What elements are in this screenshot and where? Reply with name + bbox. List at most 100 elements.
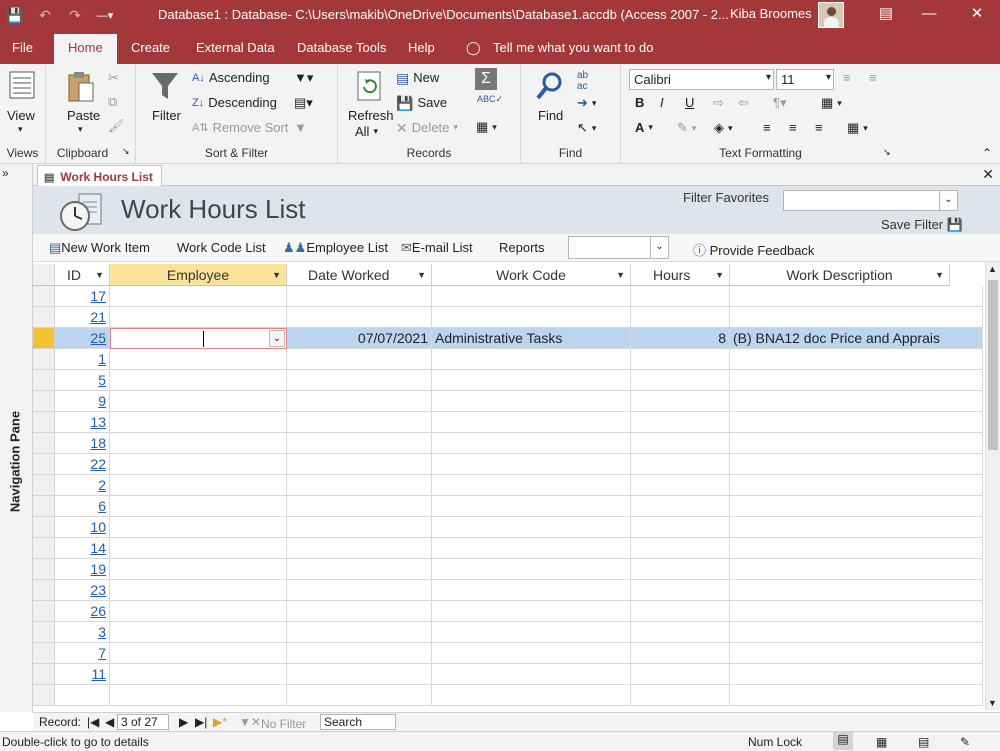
cell-id[interactable]: 17 — [55, 286, 110, 307]
paste-button[interactable]: Paste — [67, 108, 100, 123]
decrease-indent-icon[interactable]: ⇦ — [738, 95, 749, 111]
tab-external-data[interactable]: External Data — [196, 40, 275, 55]
cell-desc[interactable] — [730, 433, 983, 454]
record-id-link[interactable]: 25 — [90, 330, 106, 346]
cell-hours[interactable] — [631, 475, 730, 496]
cell-desc[interactable] — [730, 517, 983, 538]
cell-id[interactable]: 11 — [55, 664, 110, 685]
cell-employee[interactable] — [110, 559, 287, 580]
table-row[interactable]: 22 — [55, 454, 983, 475]
clipboard-launcher-icon[interactable]: ↘ — [122, 146, 130, 157]
cell-date[interactable] — [287, 685, 432, 706]
record-id-link[interactable]: 26 — [90, 603, 106, 619]
cell-date[interactable] — [287, 433, 432, 454]
toggle-filter-icon[interactable]: ▼ — [294, 120, 307, 135]
cell-employee[interactable]: ⌄ — [110, 328, 287, 349]
table-row[interactable]: 10 — [55, 517, 983, 538]
cell-desc[interactable] — [730, 496, 983, 517]
column-header-id[interactable]: ID ▼ — [55, 264, 110, 286]
cell-desc[interactable] — [730, 475, 983, 496]
record-id-link[interactable]: 22 — [90, 456, 106, 472]
record-id-link[interactable]: 5 — [98, 372, 106, 388]
column-header-work-description[interactable]: Work Description ▼ — [730, 264, 950, 286]
cell-desc[interactable] — [730, 643, 983, 664]
format-painter-icon[interactable]: 🖌 — [108, 118, 125, 134]
record-selector[interactable] — [33, 664, 55, 685]
view-dropdown-icon[interactable]: ▾ — [18, 124, 23, 135]
font-color-button[interactable]: A ▾ — [635, 120, 653, 135]
record-selector[interactable] — [33, 580, 55, 601]
cell-code[interactable] — [432, 601, 631, 622]
cell-hours[interactable] — [631, 664, 730, 685]
record-selector[interactable] — [33, 643, 55, 664]
scroll-up-icon[interactable]: ▲ — [988, 264, 997, 274]
advanced-filter-icon[interactable]: ▤▾ — [294, 95, 313, 111]
cell-employee[interactable] — [110, 391, 287, 412]
table-row[interactable]: 2 — [55, 475, 983, 496]
cell-id[interactable] — [55, 685, 110, 706]
cell-id[interactable]: 18 — [55, 433, 110, 454]
cell-employee[interactable] — [110, 433, 287, 454]
cell-code[interactable] — [432, 685, 631, 706]
record-selector[interactable] — [33, 601, 55, 622]
cell-employee[interactable] — [110, 517, 287, 538]
cell-hours[interactable] — [631, 286, 730, 307]
redo-icon[interactable]: ↷ — [60, 7, 90, 24]
ribbon-display-icon[interactable]: ▤ — [863, 0, 909, 30]
tell-me-box[interactable]: Tell me what you want to do — [493, 40, 653, 55]
cell-employee[interactable] — [110, 412, 287, 433]
cell-hours[interactable]: 8 — [631, 328, 730, 349]
column-header-employee[interactable]: Employee ▼ — [110, 264, 287, 286]
record-selector[interactable] — [33, 286, 55, 307]
cell-date[interactable]: 07/07/2021 — [287, 328, 432, 349]
cell-employee[interactable] — [110, 307, 287, 328]
record-selector[interactable] — [33, 433, 55, 454]
cell-id[interactable]: 3 — [55, 622, 110, 643]
cell-hours[interactable] — [631, 538, 730, 559]
tab-create[interactable]: Create — [131, 40, 170, 55]
record-selector[interactable] — [33, 496, 55, 517]
record-id-link[interactable]: 23 — [90, 582, 106, 598]
cell-employee[interactable] — [110, 475, 287, 496]
cell-id[interactable]: 1 — [55, 349, 110, 370]
bold-button[interactable]: B — [635, 95, 644, 110]
cell-desc[interactable] — [730, 286, 983, 307]
cell-employee[interactable] — [110, 454, 287, 475]
table-row[interactable]: 25 ⌄ 07/07/2021 Administrative Tasks 8 (B) BN… — [55, 328, 983, 349]
record-id-link[interactable]: 1 — [98, 351, 106, 367]
gridlines-icon[interactable]: ▦ ▾ — [821, 95, 842, 111]
record-id-link[interactable]: 10 — [90, 519, 106, 535]
selection-filter-icon[interactable]: ▼▾ — [294, 70, 313, 86]
save-filter-button[interactable]: Save Filter 💾 — [881, 217, 963, 233]
cell-date[interactable] — [287, 454, 432, 475]
customize-quick-access-icon[interactable]: ―▾ — [90, 9, 120, 22]
select-icon[interactable]: ↖ ▾ — [577, 120, 596, 136]
tab-help[interactable]: Help — [408, 40, 435, 55]
cell-code[interactable] — [432, 349, 631, 370]
record-selector[interactable] — [33, 307, 55, 328]
cell-desc[interactable] — [730, 538, 983, 559]
cell-id[interactable]: 25 — [55, 328, 110, 349]
column-header-hours[interactable]: Hours ▼ — [631, 264, 730, 286]
cell-id[interactable]: 2 — [55, 475, 110, 496]
cell-date[interactable] — [287, 643, 432, 664]
cell-code[interactable] — [432, 475, 631, 496]
refresh-icon[interactable] — [356, 70, 384, 102]
table-row[interactable]: 26 — [55, 601, 983, 622]
record-id-link[interactable]: 11 — [91, 666, 106, 682]
replace-icon[interactable]: ab ac — [577, 70, 588, 92]
record-selector[interactable] — [33, 517, 55, 538]
maximize-button[interactable] — [908, 0, 954, 30]
cell-employee[interactable] — [110, 580, 287, 601]
cell-desc[interactable] — [730, 307, 983, 328]
save-icon[interactable]: 💾 — [0, 7, 30, 24]
cell-id[interactable]: 14 — [55, 538, 110, 559]
paste-icon[interactable] — [66, 70, 96, 104]
record-id-link[interactable]: 14 — [90, 540, 106, 556]
close-document-icon[interactable]: ✕ — [982, 166, 994, 183]
filter-button[interactable]: Filter — [152, 108, 181, 123]
underline-button[interactable]: U — [685, 95, 694, 110]
record-id-link[interactable]: 3 — [98, 624, 106, 640]
cell-employee[interactable] — [110, 643, 287, 664]
cell-id[interactable]: 6 — [55, 496, 110, 517]
